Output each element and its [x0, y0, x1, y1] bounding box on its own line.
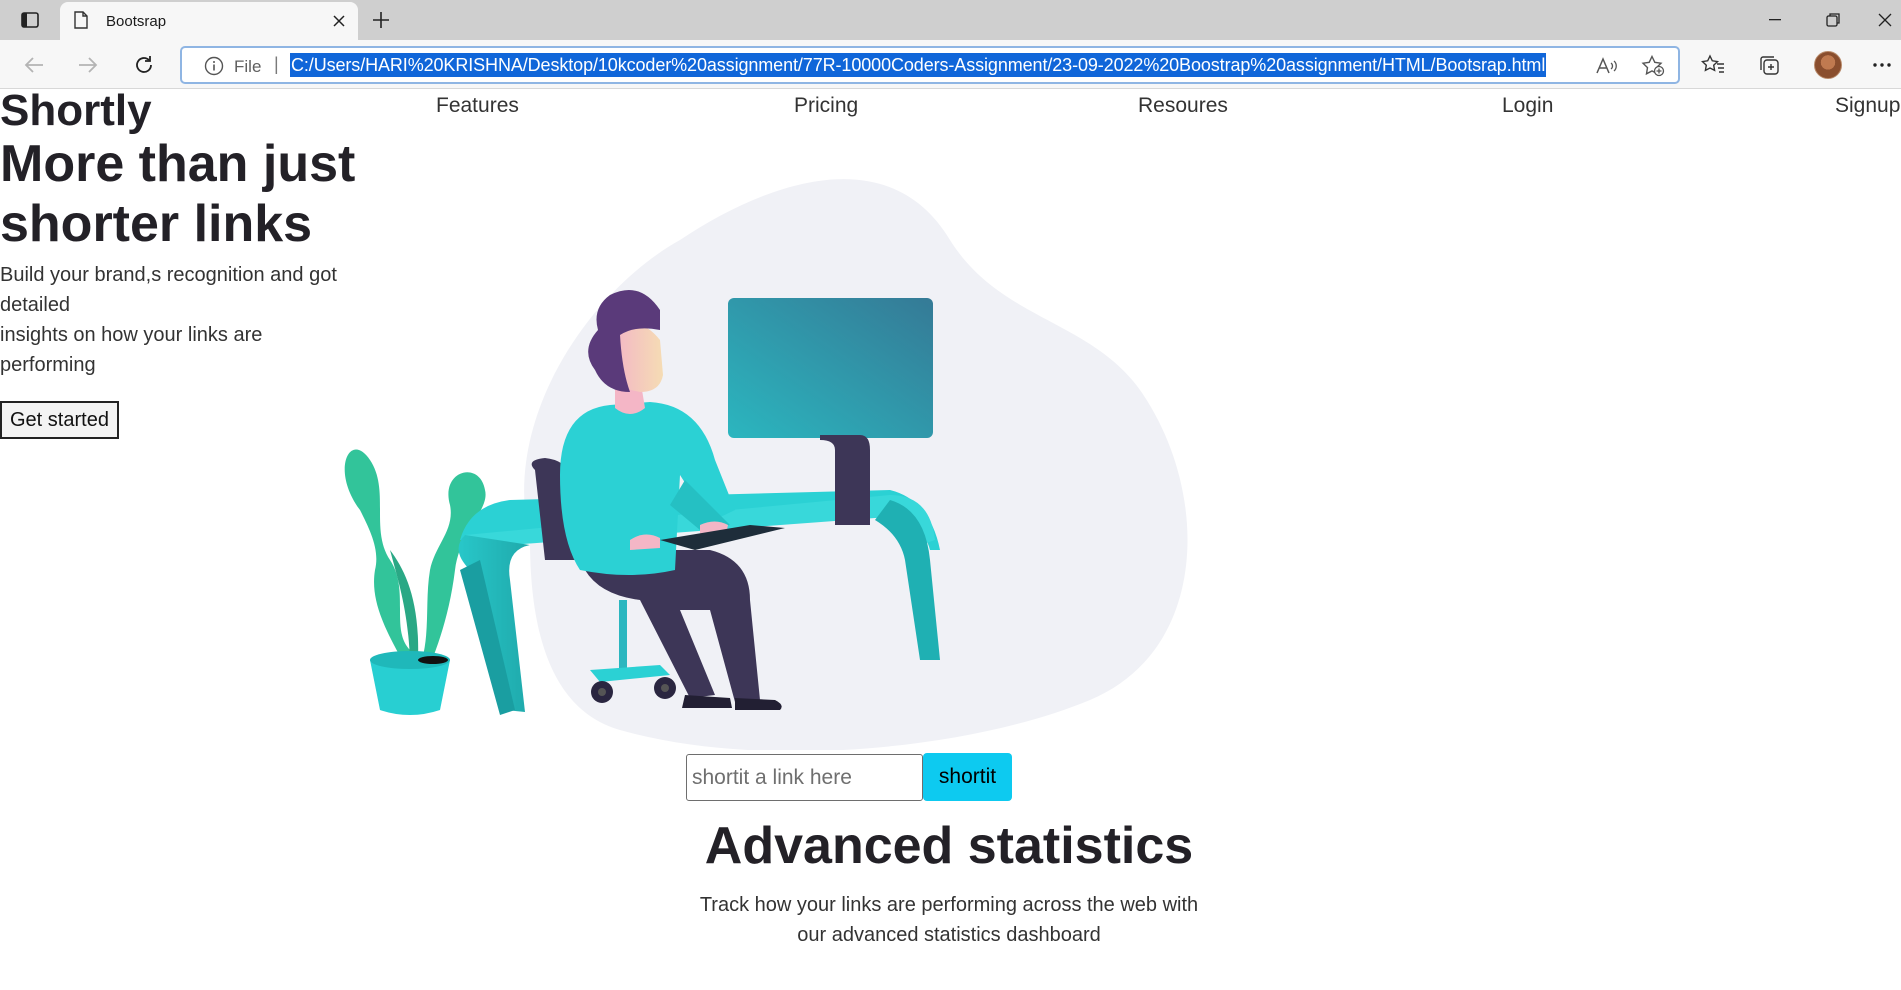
- forward-icon[interactable]: [72, 50, 104, 80]
- stats-description: Track how your links are performing acro…: [0, 890, 1898, 950]
- browser-tab[interactable]: Bootsrap: [60, 2, 358, 40]
- read-aloud-icon[interactable]: [1594, 54, 1620, 78]
- collections-icon[interactable]: [1753, 50, 1785, 80]
- hero-title: More than just shorter links: [0, 135, 356, 253]
- file-icon: [74, 11, 88, 34]
- hero-description-line-2: insights on how your links are performin…: [0, 324, 263, 376]
- url-text[interactable]: C:/Users/HARI%20KRISHNA/Desktop/10kcoder…: [290, 53, 1547, 77]
- profile-avatar[interactable]: [1814, 51, 1842, 79]
- address-bar[interactable]: File | C:/Users/HARI%20KRISHNA/Desktop/1…: [180, 46, 1680, 84]
- page-content: Shortly Features Pricing Resoures Login …: [0, 90, 1901, 990]
- stats-description-line-2: our advanced statistics dashboard: [797, 924, 1101, 946]
- favorites-icon[interactable]: [1697, 50, 1729, 80]
- minimize-icon[interactable]: [1752, 6, 1798, 34]
- more-icon[interactable]: [1866, 50, 1898, 80]
- browser-toolbar: File | C:/Users/HARI%20KRISHNA/Desktop/1…: [0, 40, 1901, 89]
- monitor-screen: [728, 298, 933, 438]
- tab-title: Bootsrap: [106, 13, 167, 30]
- hero-description: Build your brand,s recognition and got d…: [0, 260, 360, 380]
- address-separator: |: [274, 54, 279, 74]
- shorten-url-input[interactable]: [686, 754, 923, 801]
- stats-title: Advanced statistics: [704, 817, 1194, 875]
- back-icon[interactable]: [18, 50, 50, 80]
- restore-icon[interactable]: [1810, 6, 1856, 34]
- info-icon[interactable]: [204, 56, 224, 81]
- browser-tab-strip: Bootsrap: [0, 0, 1901, 40]
- close-icon[interactable]: [330, 12, 348, 30]
- address-scheme-label: File: [234, 57, 262, 76]
- chair-post: [619, 600, 627, 670]
- get-started-button[interactable]: Get started: [0, 401, 119, 439]
- plant-pot-soil: [418, 656, 448, 664]
- hero-description-line-1: Build your brand,s recognition and got d…: [0, 264, 337, 316]
- nav-signup[interactable]: Signup: [1835, 94, 1900, 118]
- plant-leaf-left: [344, 449, 410, 665]
- shorten-button[interactable]: shortit: [923, 753, 1012, 801]
- stats-description-line-1: Track how your links are performing acro…: [699, 894, 1199, 916]
- nav-pricing[interactable]: Pricing: [794, 94, 858, 118]
- nav-resources[interactable]: Resoures: [1138, 94, 1228, 118]
- plus-icon[interactable]: [366, 7, 396, 33]
- tab-actions-icon[interactable]: [14, 8, 46, 32]
- nav-features[interactable]: Features: [436, 94, 519, 118]
- refresh-icon[interactable]: [128, 50, 160, 80]
- add-favorite-icon[interactable]: [1640, 54, 1666, 78]
- hero-illustration: [344, 179, 1188, 750]
- window-close-icon[interactable]: [1862, 6, 1901, 34]
- nav-login[interactable]: Login: [1502, 94, 1553, 118]
- brand-logo[interactable]: Shortly: [0, 90, 152, 136]
